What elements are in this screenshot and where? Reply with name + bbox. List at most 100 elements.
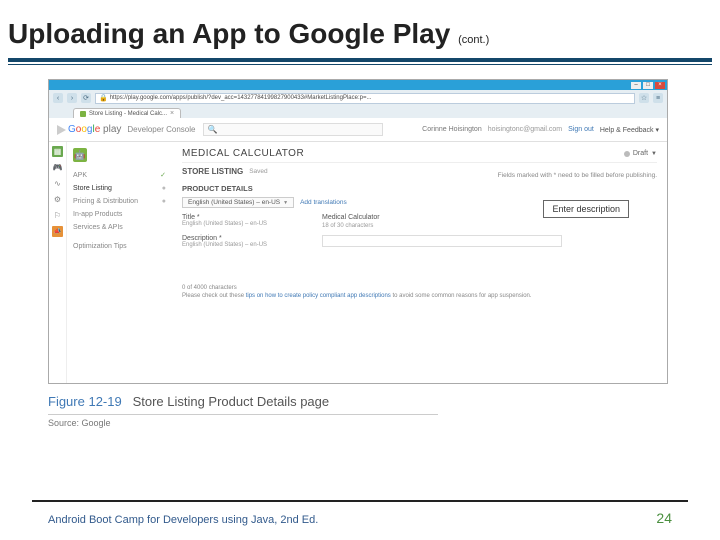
title-text: Uploading an App to Google Play [8,18,450,49]
desc-counter: 0 of 4000 characters [182,285,237,291]
search-input[interactable]: 🔍 [203,123,383,136]
figure-container: – □ × ‹ › ⟳ 🔒 https://play.google.com/ap… [48,79,688,384]
required-hint: Fields marked with * need to be filled b… [498,172,657,179]
title-counter: 18 of 30 characters [322,223,380,229]
user-email: hoisingtonc@gmail.com [488,126,562,133]
icon-rail: ▦ 🎮 ∿ ⚙ ⚐ 📣 [49,142,67,383]
reload-icon[interactable]: ⟳ [81,93,91,103]
tip-pre: Please check out these [182,293,246,299]
add-translations-link[interactable]: Add translations [300,199,347,206]
close-button[interactable]: × [655,82,665,89]
language-label: English (United States) – en-US [188,199,280,206]
title-rule-thick [8,58,712,62]
title-rule-thin [8,64,712,65]
main-pane: MEDICAL CALCULATOR Draft ▼ STORE LISTING… [172,142,667,383]
nav-pricing-label: Pricing & Distribution [73,198,138,205]
menu-icon[interactable]: ≡ [653,93,663,103]
slide-number: 24 [656,510,672,526]
maximize-button[interactable]: □ [643,82,653,89]
play-triangle-icon [57,125,66,135]
play-body: ▦ 🎮 ∿ ⚙ ⚐ 📣 🤖 APK ✓ Store Listing ● [49,142,667,383]
side-nav: 🤖 APK ✓ Store Listing ● Pricing & Distri… [67,142,172,383]
forward-icon[interactable]: › [67,93,77,103]
desc-label: Description * [182,235,302,242]
figure-desc: Store Listing Product Details page [133,394,330,409]
figure-number: Figure 12-19 [48,394,122,409]
minimize-button[interactable]: – [631,82,641,89]
browser-toolbar: ‹ › ⟳ 🔒 https://play.google.com/apps/pub… [49,90,667,106]
figure-caption: Figure 12-19 Store Listing Product Detai… [48,394,720,409]
check-icon: ✓ [160,171,166,179]
slide-footer: Android Boot Camp for Developers using J… [48,514,318,526]
pending-icon: ● [162,185,166,192]
pending-icon: ● [162,198,166,205]
search-icon: 🔍 [207,125,217,134]
draft-dot-icon [624,151,630,157]
address-bar[interactable]: 🔒 https://play.google.com/apps/publish/?… [95,93,635,104]
logo-play-text: play [103,124,121,135]
play-header: Google play Developer Console 🔍 Corinne … [49,118,667,142]
browser-window: – □ × ‹ › ⟳ 🔒 https://play.google.com/ap… [48,79,668,384]
chevron-down-icon: ▼ [283,200,288,206]
user-bar: Corinne Hoisington hoisingtonc@gmail.com… [422,126,659,134]
help-link[interactable]: Help & Feedback ▾ [600,126,659,134]
nav-tips[interactable]: Optimization Tips [73,240,166,253]
tip-post: to avoid some common reasons for app sus… [391,293,532,299]
description-input[interactable] [322,235,562,247]
nav-apk-label: APK [73,172,87,179]
sign-out-link[interactable]: Sign out [568,126,594,133]
rail-settings-icon[interactable]: ⚙ [52,194,63,205]
field-description: Description * English (United States) – … [182,235,657,248]
rail-announcements-icon[interactable]: 📣 [52,226,63,237]
section-status: Saved [249,168,267,175]
callout-enter-description: Enter description [543,200,629,218]
description-tip: 0 of 4000 characters Please check out th… [182,284,657,301]
desc-sublabel: English (United States) – en-US [182,242,302,248]
slide-title: Uploading an App to Google Play (cont.) [0,0,720,54]
rail-all-apps-icon[interactable]: ▦ [52,146,63,157]
nav-inapp-label: In-app Products [73,211,122,218]
draft-status[interactable]: Draft ▼ [624,150,657,157]
title-label: Title * [182,214,302,221]
rail-games-icon[interactable]: 🎮 [52,162,63,173]
app-icon: 🤖 [73,148,87,162]
help-text: Help & Feedback [600,127,654,134]
bookmark-icon[interactable]: ☆ [639,93,649,103]
nav-apk[interactable]: APK ✓ [73,168,166,182]
nav-tips-label: Optimization Tips [73,243,127,250]
callout-text: Enter description [552,204,620,214]
figure-source: Source: Google [48,418,720,428]
url-text: https://play.google.com/apps/publish/?de… [110,95,372,101]
product-details-heading: PRODUCT DETAILS [182,184,657,193]
tip-link[interactable]: tips on how to create policy compliant a… [246,293,391,299]
footer-rule [32,500,688,502]
title-value[interactable]: Medical Calculator [322,214,380,221]
play-logo[interactable]: Google play Developer Console [57,124,195,135]
title-sublabel: English (United States) – en-US [182,221,302,227]
nav-inapp[interactable]: In-app Products [73,208,166,221]
chevron-down-icon: ▼ [651,151,657,157]
section-title: STORE LISTING [182,167,243,176]
app-title-row: MEDICAL CALCULATOR Draft ▼ [182,148,657,163]
rail-alerts-icon[interactable]: ⚐ [52,210,63,221]
nav-services[interactable]: Services & APIs [73,221,166,234]
back-icon[interactable]: ‹ [53,93,63,103]
window-titlebar: – □ × [49,80,667,90]
nav-store-listing[interactable]: Store Listing ● [73,182,166,195]
nav-store-label: Store Listing [73,185,112,192]
title-cont: (cont.) [458,34,489,46]
lock-icon: 🔒 [99,94,108,102]
rail-reports-icon[interactable]: ∿ [52,178,63,189]
dev-console-label: Developer Console [127,125,195,134]
nav-pricing[interactable]: Pricing & Distribution ● [73,195,166,208]
user-name: Corinne Hoisington [422,126,482,133]
app-title: MEDICAL CALCULATOR [182,148,304,159]
tab-favicon [80,111,86,117]
browser-tab[interactable]: Store Listing - Medical Calc... × [73,108,181,118]
nav-services-label: Services & APIs [73,224,123,231]
tab-strip: Store Listing - Medical Calc... × [49,106,667,118]
figure-rule [48,414,438,415]
language-selector[interactable]: English (United States) – en-US ▼ [182,197,294,208]
tab-close-icon[interactable]: × [170,110,174,117]
tab-label: Store Listing - Medical Calc... [89,111,167,117]
